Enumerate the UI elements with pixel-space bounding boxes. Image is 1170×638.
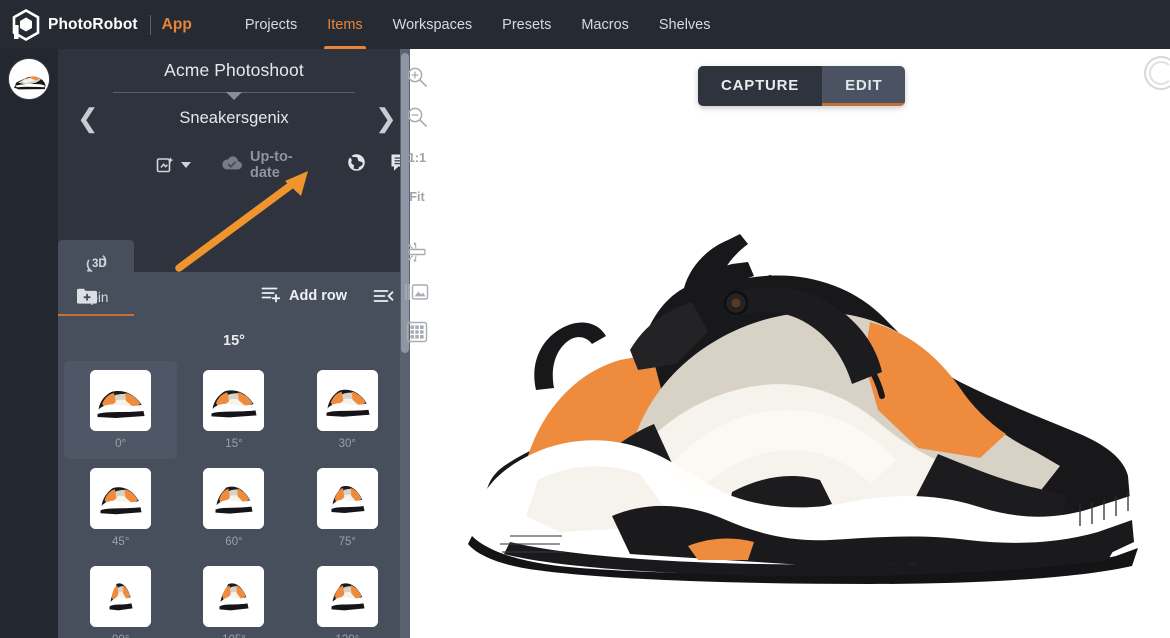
main-nav-items: Projects Items Workspaces Presets Macros… [230, 0, 726, 49]
thumbnail-cell-105deg[interactable]: 105° [177, 557, 290, 638]
caret-down-icon[interactable] [226, 92, 242, 100]
add-row-label: Add row [289, 288, 347, 304]
sync-status-label: Up-to-date [250, 149, 317, 181]
nav-item-items[interactable]: Items [312, 0, 377, 49]
nav-label: Items [327, 17, 362, 33]
thumbnail-label: 15° [225, 438, 242, 450]
thumbnail-label: 105° [222, 634, 246, 638]
nav-label: Shelves [659, 17, 711, 33]
zoom-fit-label: Fit [409, 190, 424, 204]
nav-item-projects[interactable]: Projects [230, 0, 312, 49]
nav-item-shelves[interactable]: Shelves [644, 0, 726, 49]
thumbnail-cell-60deg[interactable]: 60° [177, 459, 290, 557]
item-sidebar: Acme Photoshoot ❮ Sneakersgenix ❯ [58, 49, 410, 638]
brand-name: PhotoRobot [48, 16, 138, 34]
zoom-actual-size-label: 1:1 [408, 151, 426, 165]
nav-label: Workspaces [393, 17, 473, 33]
row-toolbar-actions: Add row [261, 285, 410, 307]
thumbnail-image [203, 566, 264, 627]
add-row-button[interactable]: Add row [261, 285, 347, 307]
collapse-rows-icon[interactable] [373, 288, 394, 304]
nav-label: Projects [245, 17, 297, 33]
main-viewport: CAPTURE EDIT [410, 49, 1170, 638]
app-root: PhotoRobot App Projects Items Workspaces… [0, 0, 1170, 638]
svg-text:3D: 3D [92, 258, 107, 270]
tab-capture[interactable]: CAPTURE [698, 66, 822, 106]
photorobot-hex-logo-icon [11, 9, 41, 41]
chevron-left-icon[interactable]: ❮ [77, 105, 93, 131]
thumbnail-cell-0deg[interactable]: 0° [64, 361, 177, 459]
zoom-fit-button[interactable]: Fit [400, 180, 434, 214]
left-rail [0, 49, 58, 638]
cloud-check-icon [221, 155, 243, 175]
thumbnail-label: 45° [112, 536, 129, 548]
thumbnail-image [90, 566, 151, 627]
thumbnail-image [317, 370, 378, 431]
thumbnail-cell-15deg[interactable]: 15° [177, 361, 290, 459]
mode-tab-bar: CAPTURE EDIT [698, 66, 905, 106]
tab-edit[interactable]: EDIT [822, 66, 905, 106]
sidebar-toolbar: Up-to-date [58, 131, 410, 181]
thumbnail-cell-90deg[interactable]: 90° [64, 557, 177, 638]
nav-label: Macros [581, 17, 629, 33]
thumbnail-image [90, 370, 151, 431]
tab-edit-label: EDIT [845, 77, 882, 94]
product-photo-sneaker[interactable] [440, 204, 1170, 584]
thumbnail-cell-75deg[interactable]: 75° [291, 459, 404, 557]
nav-item-presets[interactable]: Presets [487, 0, 566, 49]
brand-logo[interactable]: PhotoRobot [0, 9, 138, 41]
top-navigation-bar: PhotoRobot App Projects Items Workspaces… [0, 0, 1170, 49]
thumbnail-label: 120° [335, 634, 359, 638]
row-toolbar: Add row [58, 272, 410, 320]
row-angle-header: 15° [58, 320, 410, 361]
thumbnail-image [317, 566, 378, 627]
nav-item-workspaces[interactable]: Workspaces [378, 0, 488, 49]
thumbnail-label: 30° [339, 438, 356, 450]
nav-item-macros[interactable]: Macros [566, 0, 644, 49]
tab-capture-label: CAPTURE [721, 77, 799, 94]
thumbnail-image [203, 468, 264, 529]
brand-divider [150, 15, 151, 35]
zoom-in-icon[interactable] [400, 60, 434, 94]
lighting-setup-icon[interactable] [400, 235, 434, 269]
thumbnail-label: 60° [225, 536, 242, 548]
thumbnail-label: 90° [112, 634, 129, 638]
zoom-actual-size-button[interactable]: 1:1 [400, 141, 434, 175]
thumbnail-cell-30deg[interactable]: 30° [291, 361, 404, 459]
add-folder-icon[interactable] [76, 287, 98, 305]
thumbnail-image [203, 370, 264, 431]
thumbnail-cell-120deg[interactable]: 120° [291, 557, 404, 638]
spinner-inner-icon [1149, 61, 1170, 85]
compare-view-icon[interactable] [400, 275, 434, 309]
thumbnail-label: 75° [339, 536, 356, 548]
thumbnail-image [90, 468, 151, 529]
thumbnail-grid: 0° 15° 30° [58, 361, 410, 638]
chevron-right-icon[interactable]: ❯ [375, 105, 391, 131]
current-item-name: Sneakersgenix [179, 109, 288, 128]
add-image-sparkle-icon[interactable] [156, 156, 175, 175]
sync-status: Up-to-date [221, 149, 317, 181]
thumbnail-label: 0° [115, 438, 126, 450]
sidebar-header: Acme Photoshoot ❮ Sneakersgenix ❯ [58, 49, 410, 272]
thumbnail-cell-45deg[interactable]: 45° [64, 459, 177, 557]
thumbnail-scroll-area[interactable]: 15° 0° 15° [58, 320, 410, 638]
nav-label: Presets [502, 17, 551, 33]
add-row-icon [261, 285, 281, 307]
thumbnail-image [317, 468, 378, 529]
app-tag[interactable]: App [162, 16, 192, 34]
title-divider [113, 92, 355, 93]
avatar-shoe-thumbnail[interactable] [9, 59, 49, 99]
zoom-out-icon[interactable] [400, 100, 434, 134]
project-title: Acme Photoshoot [58, 49, 410, 81]
add-image-caret-down-icon[interactable] [181, 162, 191, 168]
contact-sheet-icon[interactable] [400, 315, 434, 349]
globe-icon[interactable] [346, 152, 367, 178]
